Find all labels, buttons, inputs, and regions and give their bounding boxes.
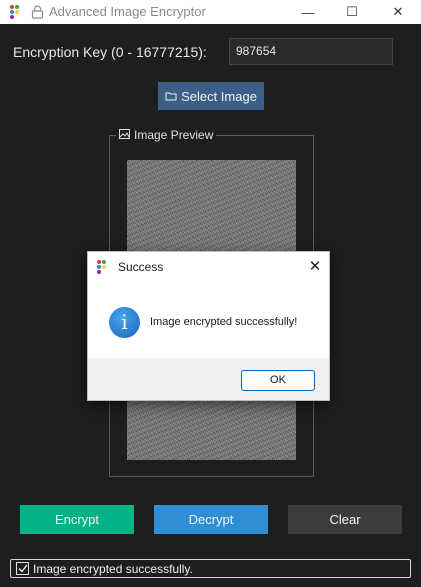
success-dialog: Success ✕ i Image encrypted successfully… — [87, 251, 330, 401]
title-bar[interactable]: Advanced Image Encryptor — ☐ ✕ — [0, 0, 421, 24]
window-title: Advanced Image Encryptor — [49, 4, 206, 19]
lock-icon — [31, 5, 44, 19]
decrypt-button[interactable]: Decrypt — [154, 505, 268, 534]
dialog-title: Success — [118, 260, 164, 274]
close-button[interactable]: ✕ — [376, 0, 420, 24]
minimize-button[interactable]: — — [286, 0, 330, 24]
dialog-title-bar[interactable]: Success ✕ — [88, 252, 329, 282]
image-preview-legend: Image Preview — [116, 128, 217, 142]
select-image-label: Select Image — [181, 88, 257, 104]
dialog-app-logo-icon — [97, 260, 111, 274]
dialog-message: Image encrypted successfully! — [150, 316, 298, 328]
app-logo-icon — [10, 5, 24, 19]
info-icon: i — [109, 307, 140, 338]
ok-button[interactable]: OK — [241, 370, 315, 391]
encryption-key-input[interactable]: 987654 — [229, 38, 393, 65]
dialog-close-button[interactable]: ✕ — [304, 256, 326, 278]
status-text: Image encrypted successfully. — [33, 561, 193, 576]
image-icon — [119, 128, 130, 142]
folder-icon — [165, 89, 177, 104]
dialog-footer: OK — [88, 358, 329, 400]
image-preview-label: Image Preview — [134, 128, 214, 142]
maximize-button[interactable]: ☐ — [330, 0, 374, 24]
select-image-button[interactable]: Select Image — [158, 82, 264, 110]
encryption-key-label: Encryption Key (0 - 16777215): — [13, 44, 207, 60]
encrypt-button[interactable]: Encrypt — [20, 505, 134, 534]
clear-button[interactable]: Clear — [288, 505, 402, 534]
checkmark-icon — [16, 562, 29, 575]
app-window: Advanced Image Encryptor — ☐ ✕ Encryptio… — [0, 0, 421, 587]
status-bar: Image encrypted successfully. — [10, 559, 411, 578]
